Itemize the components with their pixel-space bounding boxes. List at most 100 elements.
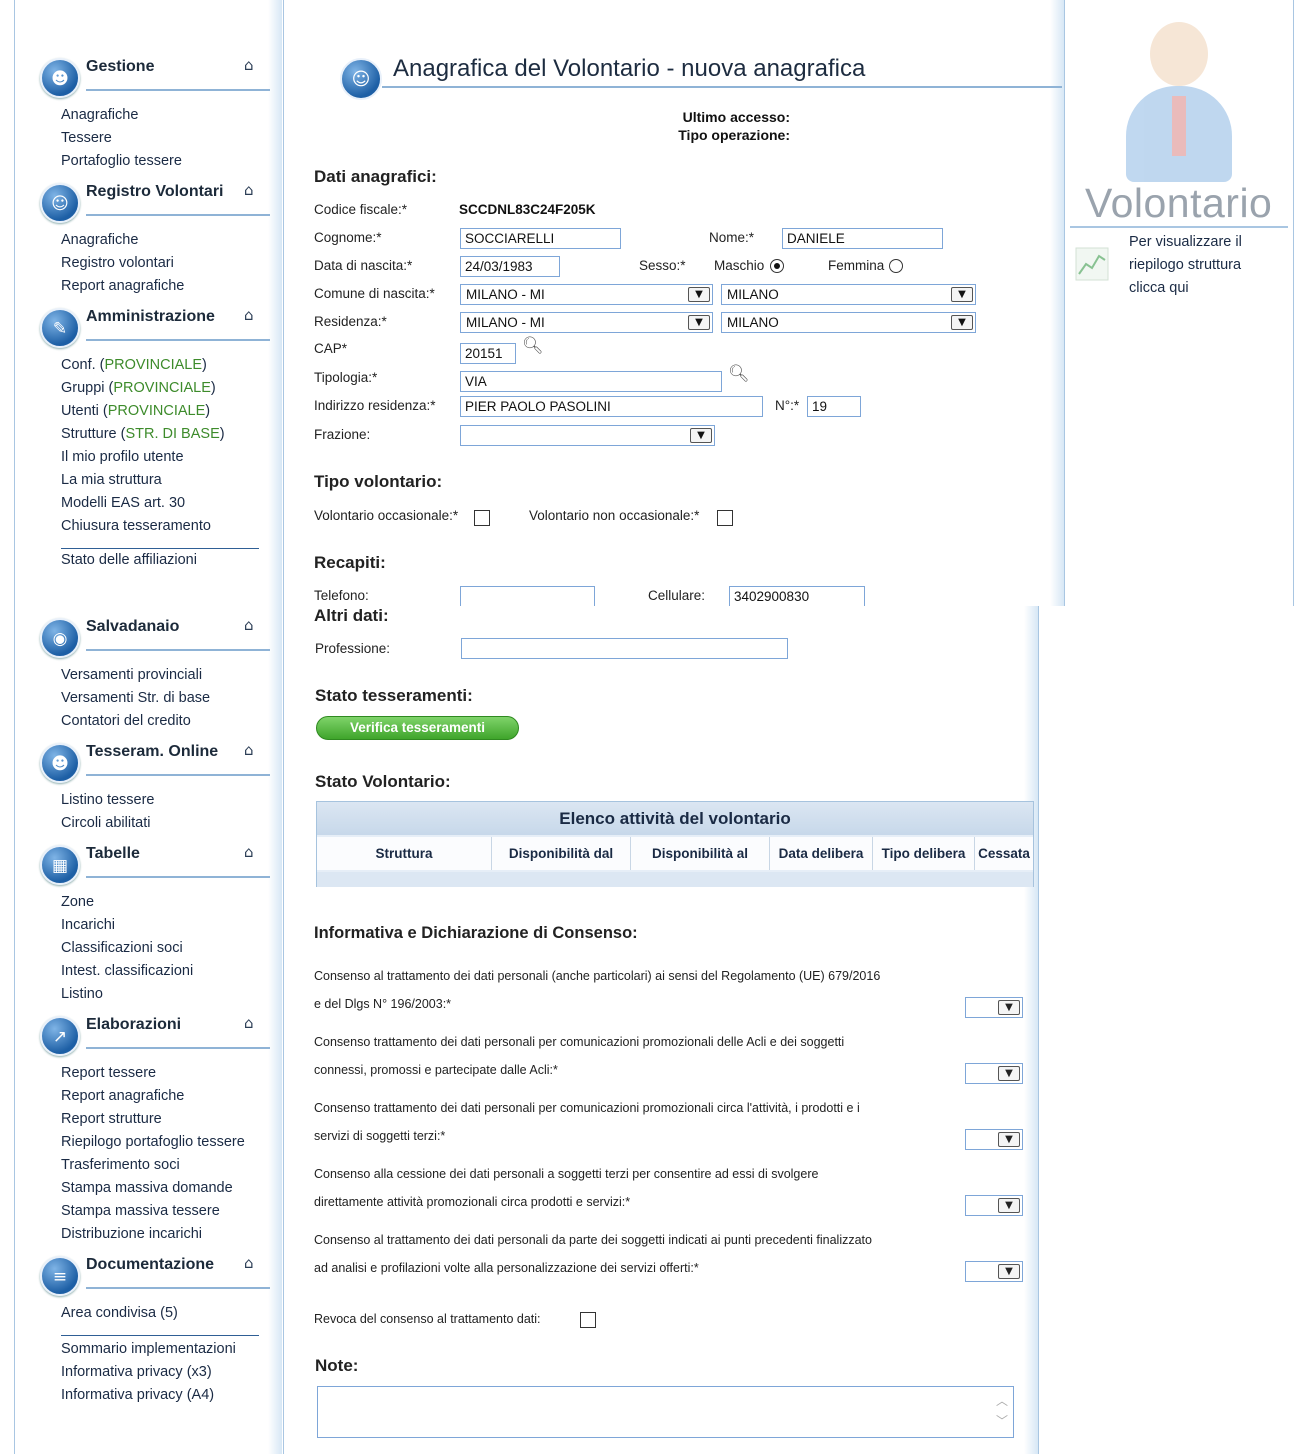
revoca-label: Revoca del consenso al trattamento dati: <box>314 1312 541 1326</box>
sidebar-item[interactable]: Listino <box>61 983 272 1006</box>
sidebar-item[interactable]: Circoli abilitati <box>61 812 272 835</box>
professione-input[interactable] <box>461 638 788 659</box>
column-header[interactable]: Cessata <box>975 837 1033 870</box>
sidebar-item[interactable]: Zone <box>61 891 272 914</box>
consent-line: direttamente attività promozionali circa… <box>314 1195 631 1209</box>
non-occasionale-checkbox[interactable] <box>717 510 733 526</box>
nome-input[interactable]: DANIELE <box>782 228 943 249</box>
sidebar-item[interactable]: Area condivisa (5) <box>61 1302 272 1325</box>
sidebar-item[interactable]: Stato delle affiliazioni <box>61 549 272 572</box>
sidebar-item[interactable]: Report tessere <box>61 1062 272 1085</box>
sidebar-item[interactable]: Versamenti Str. di base <box>61 687 272 710</box>
sidebar-section-header[interactable]: ☻ Tesseram. Online ⌂ <box>40 741 272 789</box>
sidebar: ☻ Gestione ⌂ Anagrafiche Tessere Portafoglio … <box>40 56 272 572</box>
home-icon[interactable]: ⌂ <box>244 1254 254 1272</box>
home-icon[interactable]: ⌂ <box>244 306 254 324</box>
sidebar-item[interactable]: Utenti (PROVINCIALE) <box>61 400 272 423</box>
sidebar-item[interactable]: Portafoglio tessere <box>61 150 272 173</box>
sidebar-section-header[interactable]: ☺ Registro Volontari ⌂ <box>40 181 272 229</box>
residenza-city-select[interactable]: MILANO ▼ <box>721 312 976 333</box>
consent-select[interactable]: ▼ <box>965 1261 1023 1282</box>
search-icon[interactable]: 🔍︎ <box>522 336 544 356</box>
sidebar-item[interactable]: Il mio profilo utente <box>61 446 272 469</box>
occasionale-checkbox[interactable] <box>474 510 490 526</box>
home-icon[interactable]: ⌂ <box>244 741 254 759</box>
scrollbar[interactable]: ︿ ﹀ <box>995 1391 1009 1433</box>
sidebar-section-header[interactable]: ≡ Documentazione ⌂ <box>40 1254 272 1302</box>
sidebar-items: Stato delle affiliazioni <box>40 549 272 572</box>
sidebar-item[interactable]: Anagrafiche <box>61 104 272 127</box>
data-nascita-input[interactable]: 24/03/1983 <box>460 256 560 277</box>
sidebar-item[interactable]: Informativa privacy (A4) <box>61 1384 272 1407</box>
sidebar-item[interactable]: Chiusura tesseramento <box>61 515 272 538</box>
sidebar-item[interactable]: Incarichi <box>61 914 272 937</box>
home-icon[interactable]: ⌂ <box>244 616 254 634</box>
consent-select[interactable]: ▼ <box>965 997 1023 1018</box>
comune-nascita-city-select[interactable]: MILANO ▼ <box>721 284 976 305</box>
column-header[interactable]: Tipo delibera <box>873 837 975 870</box>
column-header[interactable]: Struttura <box>317 837 492 870</box>
cap-input[interactable]: 20151 <box>460 343 516 364</box>
consent-select[interactable]: ▼ <box>965 1129 1023 1150</box>
search-icon[interactable]: 🔍︎ <box>728 364 750 384</box>
home-icon[interactable]: ⌂ <box>244 843 254 861</box>
numero-input[interactable]: 19 <box>807 396 861 417</box>
tipologia-input[interactable]: VIA <box>460 371 722 392</box>
sidebar-section-header[interactable]: ▦ Tabelle ⌂ <box>40 843 272 891</box>
column-header[interactable]: Data delibera <box>770 837 873 870</box>
sidebar-item[interactable]: Classificazioni soci <box>61 937 272 960</box>
sidebar-item[interactable]: Tessere <box>61 127 272 150</box>
sidebar-item[interactable]: Report anagrafiche <box>61 275 272 298</box>
comune-nascita-prov-select[interactable]: MILANO - MI ▼ <box>460 284 713 305</box>
sidebar-item[interactable]: Intest. classificazioni <box>61 960 272 983</box>
home-icon[interactable]: ⌂ <box>244 56 254 74</box>
home-icon[interactable]: ⌂ <box>244 1014 254 1032</box>
sidebar-section-header[interactable]: ✎ Amministrazione ⌂ <box>40 306 272 354</box>
revoca-checkbox[interactable] <box>580 1312 596 1328</box>
maschio-radio[interactable] <box>770 259 784 273</box>
sidebar-item[interactable]: Versamenti provinciali <box>61 664 272 687</box>
home-icon[interactable]: ⌂ <box>244 181 254 199</box>
note-textarea[interactable]: ︿ ﹀ <box>317 1386 1014 1438</box>
occasionale-label: Volontario occasionale:* <box>314 508 459 523</box>
residenza-prov-select[interactable]: MILANO - MI ▼ <box>460 312 713 333</box>
consent-select[interactable]: ▼ <box>965 1063 1023 1084</box>
sidebar-item[interactable]: Contatori del credito <box>61 710 272 733</box>
femmina-radio[interactable] <box>889 259 903 273</box>
chevron-down-icon: ▼ <box>951 315 973 330</box>
column-header[interactable]: Disponibilità al <box>631 837 770 870</box>
sidebar-item[interactable]: Strutture (STR. DI BASE) <box>61 423 272 446</box>
main-left-border <box>283 606 284 1454</box>
sidebar-item[interactable]: Listino tessere <box>61 789 272 812</box>
cognome-input[interactable]: SOCCIARELLI <box>460 228 621 249</box>
sidebar-item[interactable]: Distribuzione incarichi <box>61 1223 272 1246</box>
sidebar-item[interactable]: Riepilogo portafoglio tessere <box>61 1131 272 1154</box>
cellulare-input[interactable]: 3402900830 <box>729 586 865 606</box>
volunteer-icon: ☺ <box>340 58 382 100</box>
sidebar-item[interactable]: Registro volontari <box>61 252 272 275</box>
consent-text: Consenso trattamento dei dati personali … <box>314 1028 964 1084</box>
sidebar-item[interactable]: Report anagrafiche <box>61 1085 272 1108</box>
column-header[interactable]: Disponibilità dal <box>492 837 631 870</box>
sidebar-item[interactable]: Informativa privacy (x3) <box>61 1361 272 1384</box>
sidebar-item[interactable]: Anagrafiche <box>61 229 272 252</box>
sidebar-item[interactable]: Report strutture <box>61 1108 272 1131</box>
sidebar-section-header[interactable]: ◉ Salvadanaio ⌂ <box>40 616 272 664</box>
telefono-input[interactable] <box>460 586 595 606</box>
sidebar-item[interactable]: Trasferimento soci <box>61 1154 272 1177</box>
sidebar-item[interactable]: Gruppi (PROVINCIALE) <box>61 377 272 400</box>
verifica-tesseramenti-button[interactable]: Verifica tesseramenti <box>316 716 519 740</box>
sidebar-section-header[interactable]: ↗ Elaborazioni ⌂ <box>40 1014 272 1062</box>
summary-link[interactable]: Per visualizzare il riepilogo struttura … <box>1129 231 1279 300</box>
sidebar-section-header[interactable]: ☻ Gestione ⌂ <box>40 56 272 104</box>
sidebar-item[interactable]: La mia struttura <box>61 469 272 492</box>
sidebar-item[interactable]: Sommario implementazioni <box>61 1338 272 1361</box>
sidebar-item[interactable]: Stampa massiva tessere <box>61 1200 272 1223</box>
sidebar-item[interactable]: Conf. (PROVINCIALE) <box>61 354 272 377</box>
sidebar-item[interactable]: Modelli EAS art. 30 <box>61 492 272 515</box>
indirizzo-input[interactable]: PIER PAOLO PASOLINI <box>460 396 763 417</box>
sidebar-item[interactable]: Stampa massiva domande <box>61 1177 272 1200</box>
frazione-select[interactable]: ▼ <box>460 425 715 446</box>
consent-select[interactable]: ▼ <box>965 1195 1023 1216</box>
chevron-down-icon: ▼ <box>998 1198 1020 1213</box>
